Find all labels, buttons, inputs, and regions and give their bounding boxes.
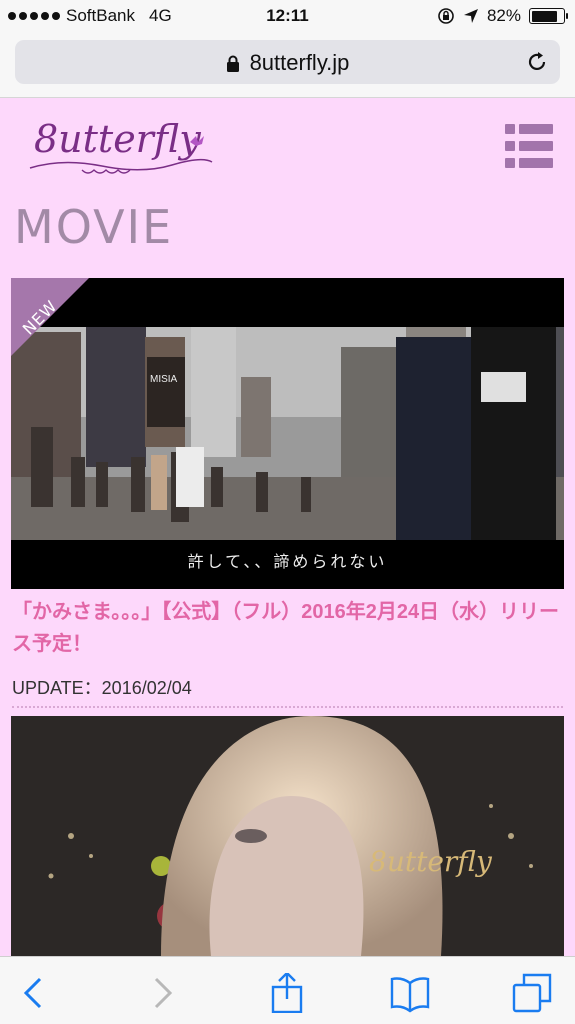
status-bar: SoftBank 4G 12:11 82% (0, 0, 575, 32)
site-logo[interactable]: 8utterfly (22, 110, 222, 185)
logo-text: 8utterfly (34, 117, 201, 161)
tabs-icon[interactable] (512, 973, 552, 1013)
billboard-text: MISIA (150, 374, 178, 385)
new-badge: NEW (11, 278, 89, 356)
share-icon[interactable] (267, 973, 307, 1013)
status-right: 82% (437, 6, 568, 26)
url-text: 8utterfly.jp (249, 50, 350, 75)
battery-percent: 82% (486, 6, 521, 25)
video-subtitle: 許して、、諦められない (187, 554, 388, 571)
reload-icon[interactable] (526, 51, 548, 73)
movie-video-thumbnail[interactable]: MISIA 許して、、諦められない NEW (11, 278, 564, 589)
forward-icon[interactable] (142, 973, 182, 1013)
watermark-logo: 8utterfly (369, 845, 493, 878)
location-icon (463, 9, 478, 23)
browser-address-area: 8utterfly.jp (0, 32, 575, 98)
bookmarks-icon[interactable] (390, 973, 430, 1013)
movie-title-link[interactable]: 「かみさま。。。」【公式】（フル）2016年2月24日（水）リリース予定！ (12, 596, 562, 660)
orientation-lock-icon (438, 8, 454, 24)
lock-icon (226, 55, 239, 72)
update-date: UPDATE：2016/02/04 (12, 678, 192, 698)
back-icon[interactable] (14, 973, 54, 1013)
battery-fill (531, 10, 557, 22)
movie-video-thumbnail-2[interactable]: 8utterfly (11, 716, 564, 956)
page-title: MOVIE (14, 200, 174, 254)
battery-icon (529, 8, 568, 24)
browser-toolbar (0, 956, 575, 1024)
portrait-image: 8utterfly (11, 716, 564, 956)
street-scene-image: MISIA (11, 327, 564, 540)
menu-icon[interactable] (505, 124, 553, 168)
address-display: 8utterfly.jp (15, 50, 560, 76)
address-bar[interactable]: 8utterfly.jp (15, 40, 560, 84)
divider (12, 706, 563, 708)
